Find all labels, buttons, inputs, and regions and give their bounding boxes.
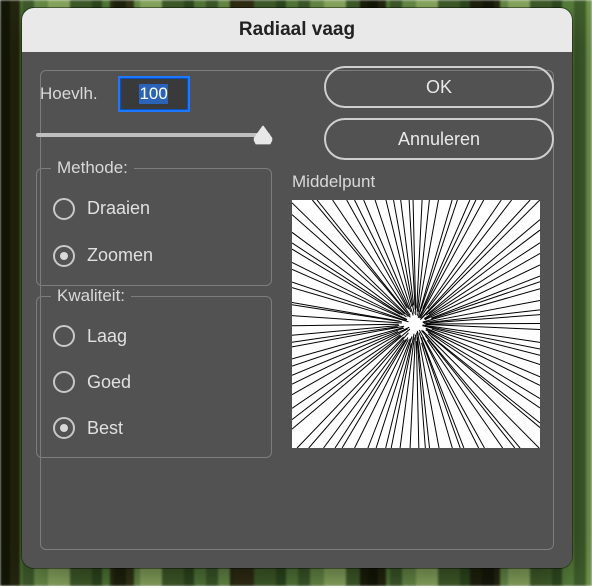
amount-label: Hoevlh. xyxy=(40,84,98,104)
quality-option-label: Laag xyxy=(87,326,127,347)
slider-track xyxy=(36,133,270,137)
center-label: Middelpunt xyxy=(292,172,375,192)
method-option-label: Draaien xyxy=(87,198,150,219)
method-group: Methode: DraaienZoomen xyxy=(36,168,272,286)
blur-center-preview[interactable] xyxy=(292,200,540,448)
amount-input[interactable] xyxy=(118,76,190,112)
cancel-button[interactable]: Annuleren xyxy=(324,118,554,160)
radio-icon xyxy=(53,325,75,347)
radial-blur-dialog: Radiaal vaag Hoevlh. OK Annuleren Method… xyxy=(22,8,572,568)
amount-slider[interactable] xyxy=(36,124,270,146)
quality-option-best[interactable]: Best xyxy=(53,417,263,439)
ok-button[interactable]: OK xyxy=(324,66,554,108)
amount-row: Hoevlh. xyxy=(40,76,270,112)
radio-icon xyxy=(53,245,75,267)
dialog-titlebar: Radiaal vaag xyxy=(22,8,572,52)
quality-option-label: Goed xyxy=(87,372,131,393)
radio-icon xyxy=(53,417,75,439)
radio-icon xyxy=(53,371,75,393)
radio-icon xyxy=(53,198,75,220)
method-option-label: Zoomen xyxy=(87,245,153,266)
quality-group: Kwaliteit: LaagGoedBest xyxy=(36,296,272,458)
quality-legend: Kwaliteit: xyxy=(51,286,131,306)
dialog-title: Radiaal vaag xyxy=(239,19,355,41)
quality-option-good[interactable]: Goed xyxy=(53,371,263,393)
method-legend: Methode: xyxy=(51,158,134,178)
quality-option-label: Best xyxy=(87,418,123,439)
dialog-body: Hoevlh. OK Annuleren Methode: Draaien Zoo… xyxy=(22,52,572,568)
method-option-spin[interactable]: Draaien xyxy=(53,198,263,220)
quality-option-low[interactable]: Laag xyxy=(53,325,263,347)
method-option-zoom[interactable]: Zoomen xyxy=(53,245,263,267)
